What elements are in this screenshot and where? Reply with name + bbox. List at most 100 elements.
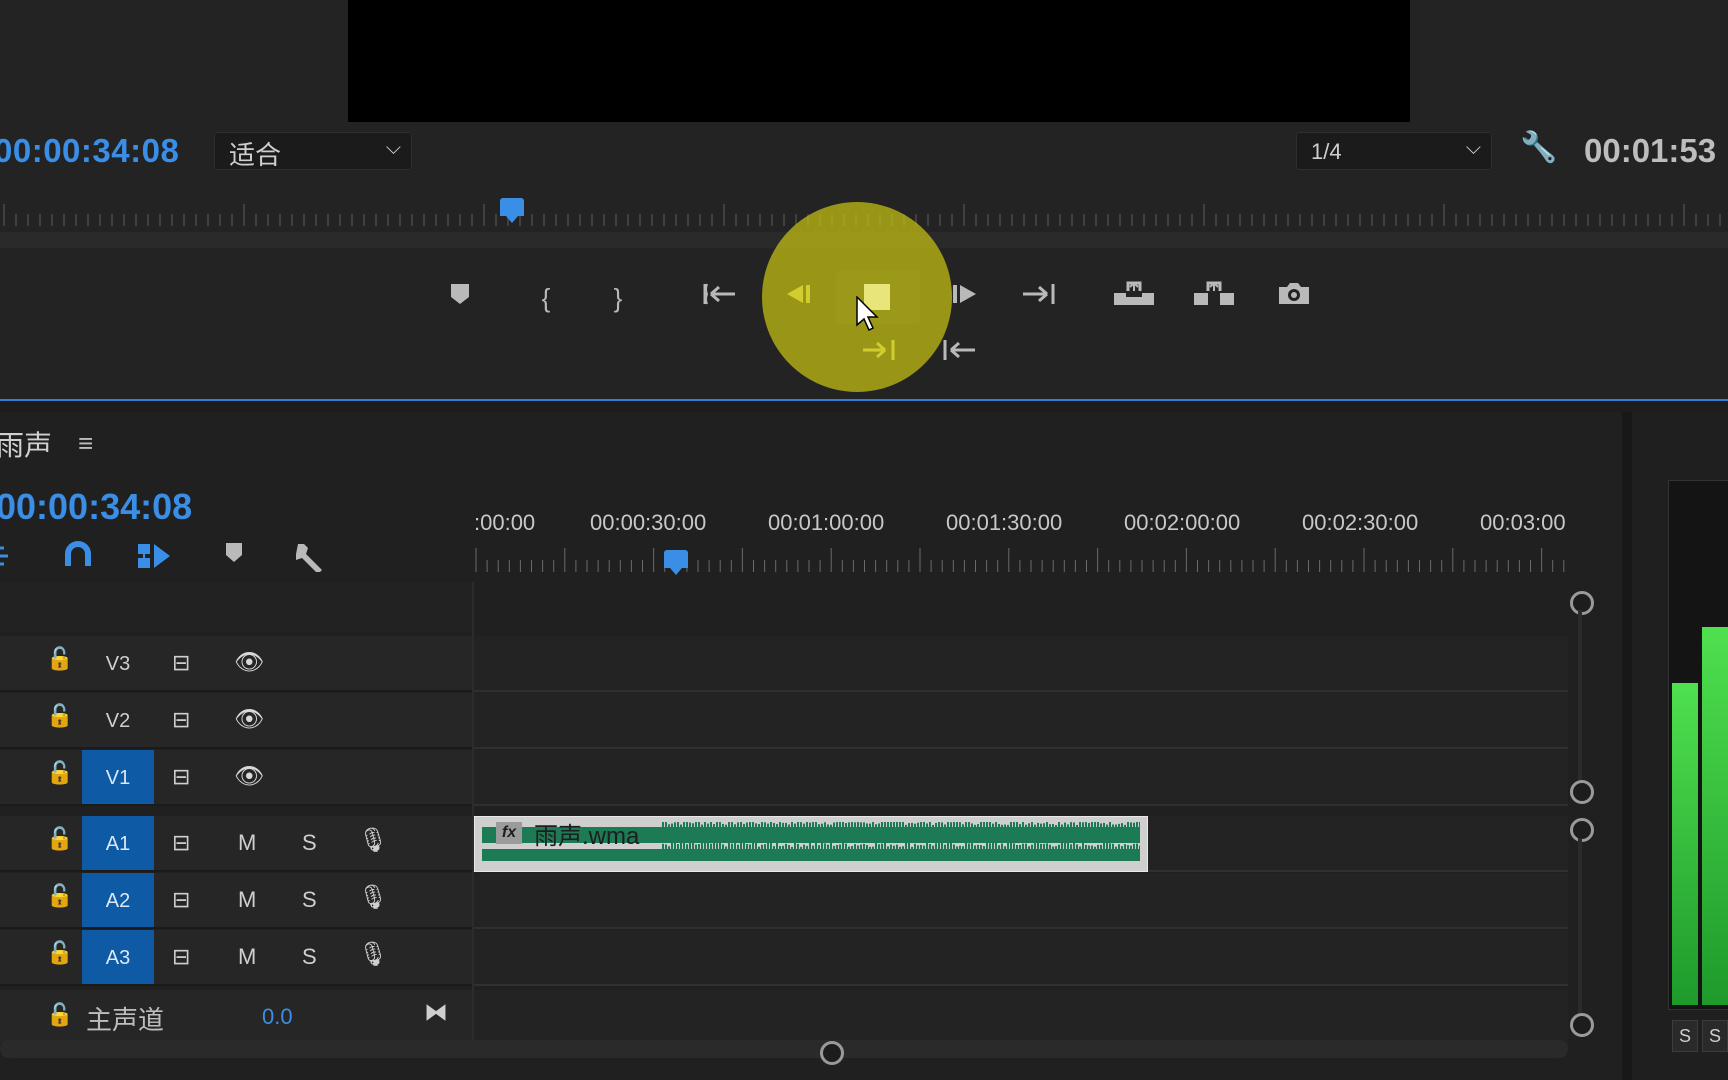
zoom-fit-dropdown[interactable]: 适合 ⌵ [214,132,412,170]
track-target-a1[interactable]: A1 [82,816,154,870]
video-vscroll-top-handle[interactable] [1570,591,1594,615]
sync-lock-icon[interactable]: ⊟ [172,764,190,790]
solo-button[interactable]: S [302,944,317,970]
track-header-v2: 🔓 V2 ⊟ 👁 [0,693,472,749]
audio-vscroll-bottom-handle[interactable] [1570,1013,1594,1037]
audio-vscroll-top-handle[interactable] [1570,818,1594,842]
extract-button[interactable] [1192,278,1236,318]
sync-lock-icon[interactable]: ⊟ [172,830,190,856]
go-to-master-icon[interactable]: ⧓ [424,998,448,1027]
monitor-playhead[interactable] [500,198,524,223]
track-lane-a2[interactable] [474,873,1568,929]
lock-icon[interactable]: 🔓 [46,883,73,909]
track-target-a3[interactable]: A3 [82,930,154,984]
video-vscroll-track[interactable] [1578,610,1582,780]
mark-in-button[interactable]: { [524,278,568,318]
monitor-playhead-timecode[interactable]: 00:00:34:08 [0,132,179,170]
marker-icon [451,284,469,304]
timeline-playhead[interactable] [664,550,688,575]
lift-button[interactable] [1112,278,1156,318]
zoom-fit-value: 适合 [229,140,282,170]
timeline-hscrollbar[interactable] [0,1040,1568,1058]
go-to-out-button[interactable] [1016,278,1060,318]
master-lane[interactable] [474,990,1568,1044]
mute-button[interactable]: M [238,887,256,913]
track-lane-v3[interactable] [474,636,1568,692]
chevron-down-icon: ⌵ [1465,137,1481,159]
mute-button[interactable]: M [238,944,256,970]
wrench-icon[interactable]: 🔧 [1520,130,1557,165]
solo-right-button[interactable]: S [1702,1020,1728,1052]
track-target-v1[interactable]: V1 [82,750,154,804]
sync-lock-icon[interactable]: ⊟ [172,944,190,970]
meter-level-right [1702,627,1728,1005]
go-to-out-icon [1023,284,1055,304]
track-header-a3: 🔓 A3 ⊟ M S 🎙 [0,930,472,986]
camera-icon [1279,283,1309,304]
solo-left-button[interactable]: S [1672,1020,1698,1052]
hscroll-handle[interactable] [820,1041,844,1065]
mouse-cursor-icon [856,296,879,332]
audio-vscroll-track[interactable] [1578,838,1582,1013]
microphone-icon[interactable]: 🎙 [358,883,388,912]
microphone-icon[interactable]: 🎙 [358,826,388,855]
panel-menu-icon[interactable]: ≡ [78,428,93,459]
track-header-a1: 🔓 A1 ⊟ M S 🎙 [0,816,472,872]
track-header-v3: 🔓 V3 ⊟ 👁 [0,636,472,692]
sync-lock-icon[interactable]: ⊟ [172,887,190,913]
sync-lock-icon[interactable]: ⊟ [172,707,190,733]
panel-divider[interactable] [0,399,1728,401]
lock-icon[interactable]: 🔓 [46,703,73,729]
mark-out-icon: } [613,283,623,313]
mark-in-icon: { [541,283,551,313]
add-marker-icon[interactable] [224,540,244,572]
overwrite-icon [943,340,975,360]
master-track-label: 主声道 [86,1005,165,1035]
go-to-in-button[interactable] [698,278,742,318]
playback-resolution-dropdown[interactable]: 1/4 ⌵ [1296,132,1492,170]
track-header-spacer [0,582,472,632]
track-header-a2: 🔓 A2 ⊟ M S 🎙 [0,873,472,929]
eye-icon[interactable]: 👁 [234,762,264,791]
nest-icon[interactable] [0,540,16,577]
resolution-value: 1/4 [1311,139,1342,164]
solo-button[interactable]: S [302,887,317,913]
track-target-a2[interactable]: A2 [82,873,154,927]
extract-icon [1194,281,1234,305]
track-lane-v1[interactable] [474,750,1568,806]
chevron-down-icon: ⌵ [385,137,401,159]
track-target-v2[interactable]: V2 [82,693,154,747]
lock-icon[interactable]: 🔓 [46,646,73,672]
timeline-settings-wrench-icon[interactable] [294,540,328,579]
add-marker-button[interactable] [438,278,482,318]
lock-icon[interactable]: 🔓 [46,940,73,966]
snap-magnet-icon[interactable] [62,540,94,577]
clip-name: 雨声.wma [534,823,640,850]
eye-icon[interactable]: 👁 [234,648,264,677]
lift-icon [1114,281,1154,305]
track-lane-v2[interactable] [474,693,1568,749]
video-vscroll-bottom-handle[interactable] [1570,780,1594,804]
panel-gutter[interactable] [1622,412,1632,1080]
overwrite-button[interactable] [938,334,982,374]
solo-button[interactable]: S [302,830,317,856]
mute-button[interactable]: M [238,830,256,856]
linked-selection-icon[interactable] [136,540,172,579]
video-preview[interactable] [348,0,1410,122]
mark-out-button[interactable]: } [596,278,640,318]
lock-icon[interactable]: 🔓 [46,826,73,852]
lock-icon[interactable]: 🔓 [46,760,73,786]
microphone-icon[interactable]: 🎙 [358,940,388,969]
fx-badge: fx [496,822,522,844]
sequence-tab-title[interactable]: 雨声 [0,424,52,464]
master-volume-value[interactable]: 0.0 [262,1004,293,1030]
track-target-v3[interactable]: V3 [82,636,154,690]
eye-icon[interactable]: 👁 [234,705,264,734]
export-frame-button[interactable] [1272,278,1316,318]
sync-lock-icon[interactable]: ⊟ [172,650,190,676]
timeline-time-ruler[interactable]: :00:00 00:00:30:00 00:01:00:00 00:01:30:… [474,510,1568,580]
ruler-ticks [475,548,1565,572]
lock-icon[interactable]: 🔓 [46,1002,73,1028]
timeline-playhead-timecode[interactable]: 00:00:34:08 [0,486,192,528]
track-lane-a3[interactable] [474,930,1568,986]
